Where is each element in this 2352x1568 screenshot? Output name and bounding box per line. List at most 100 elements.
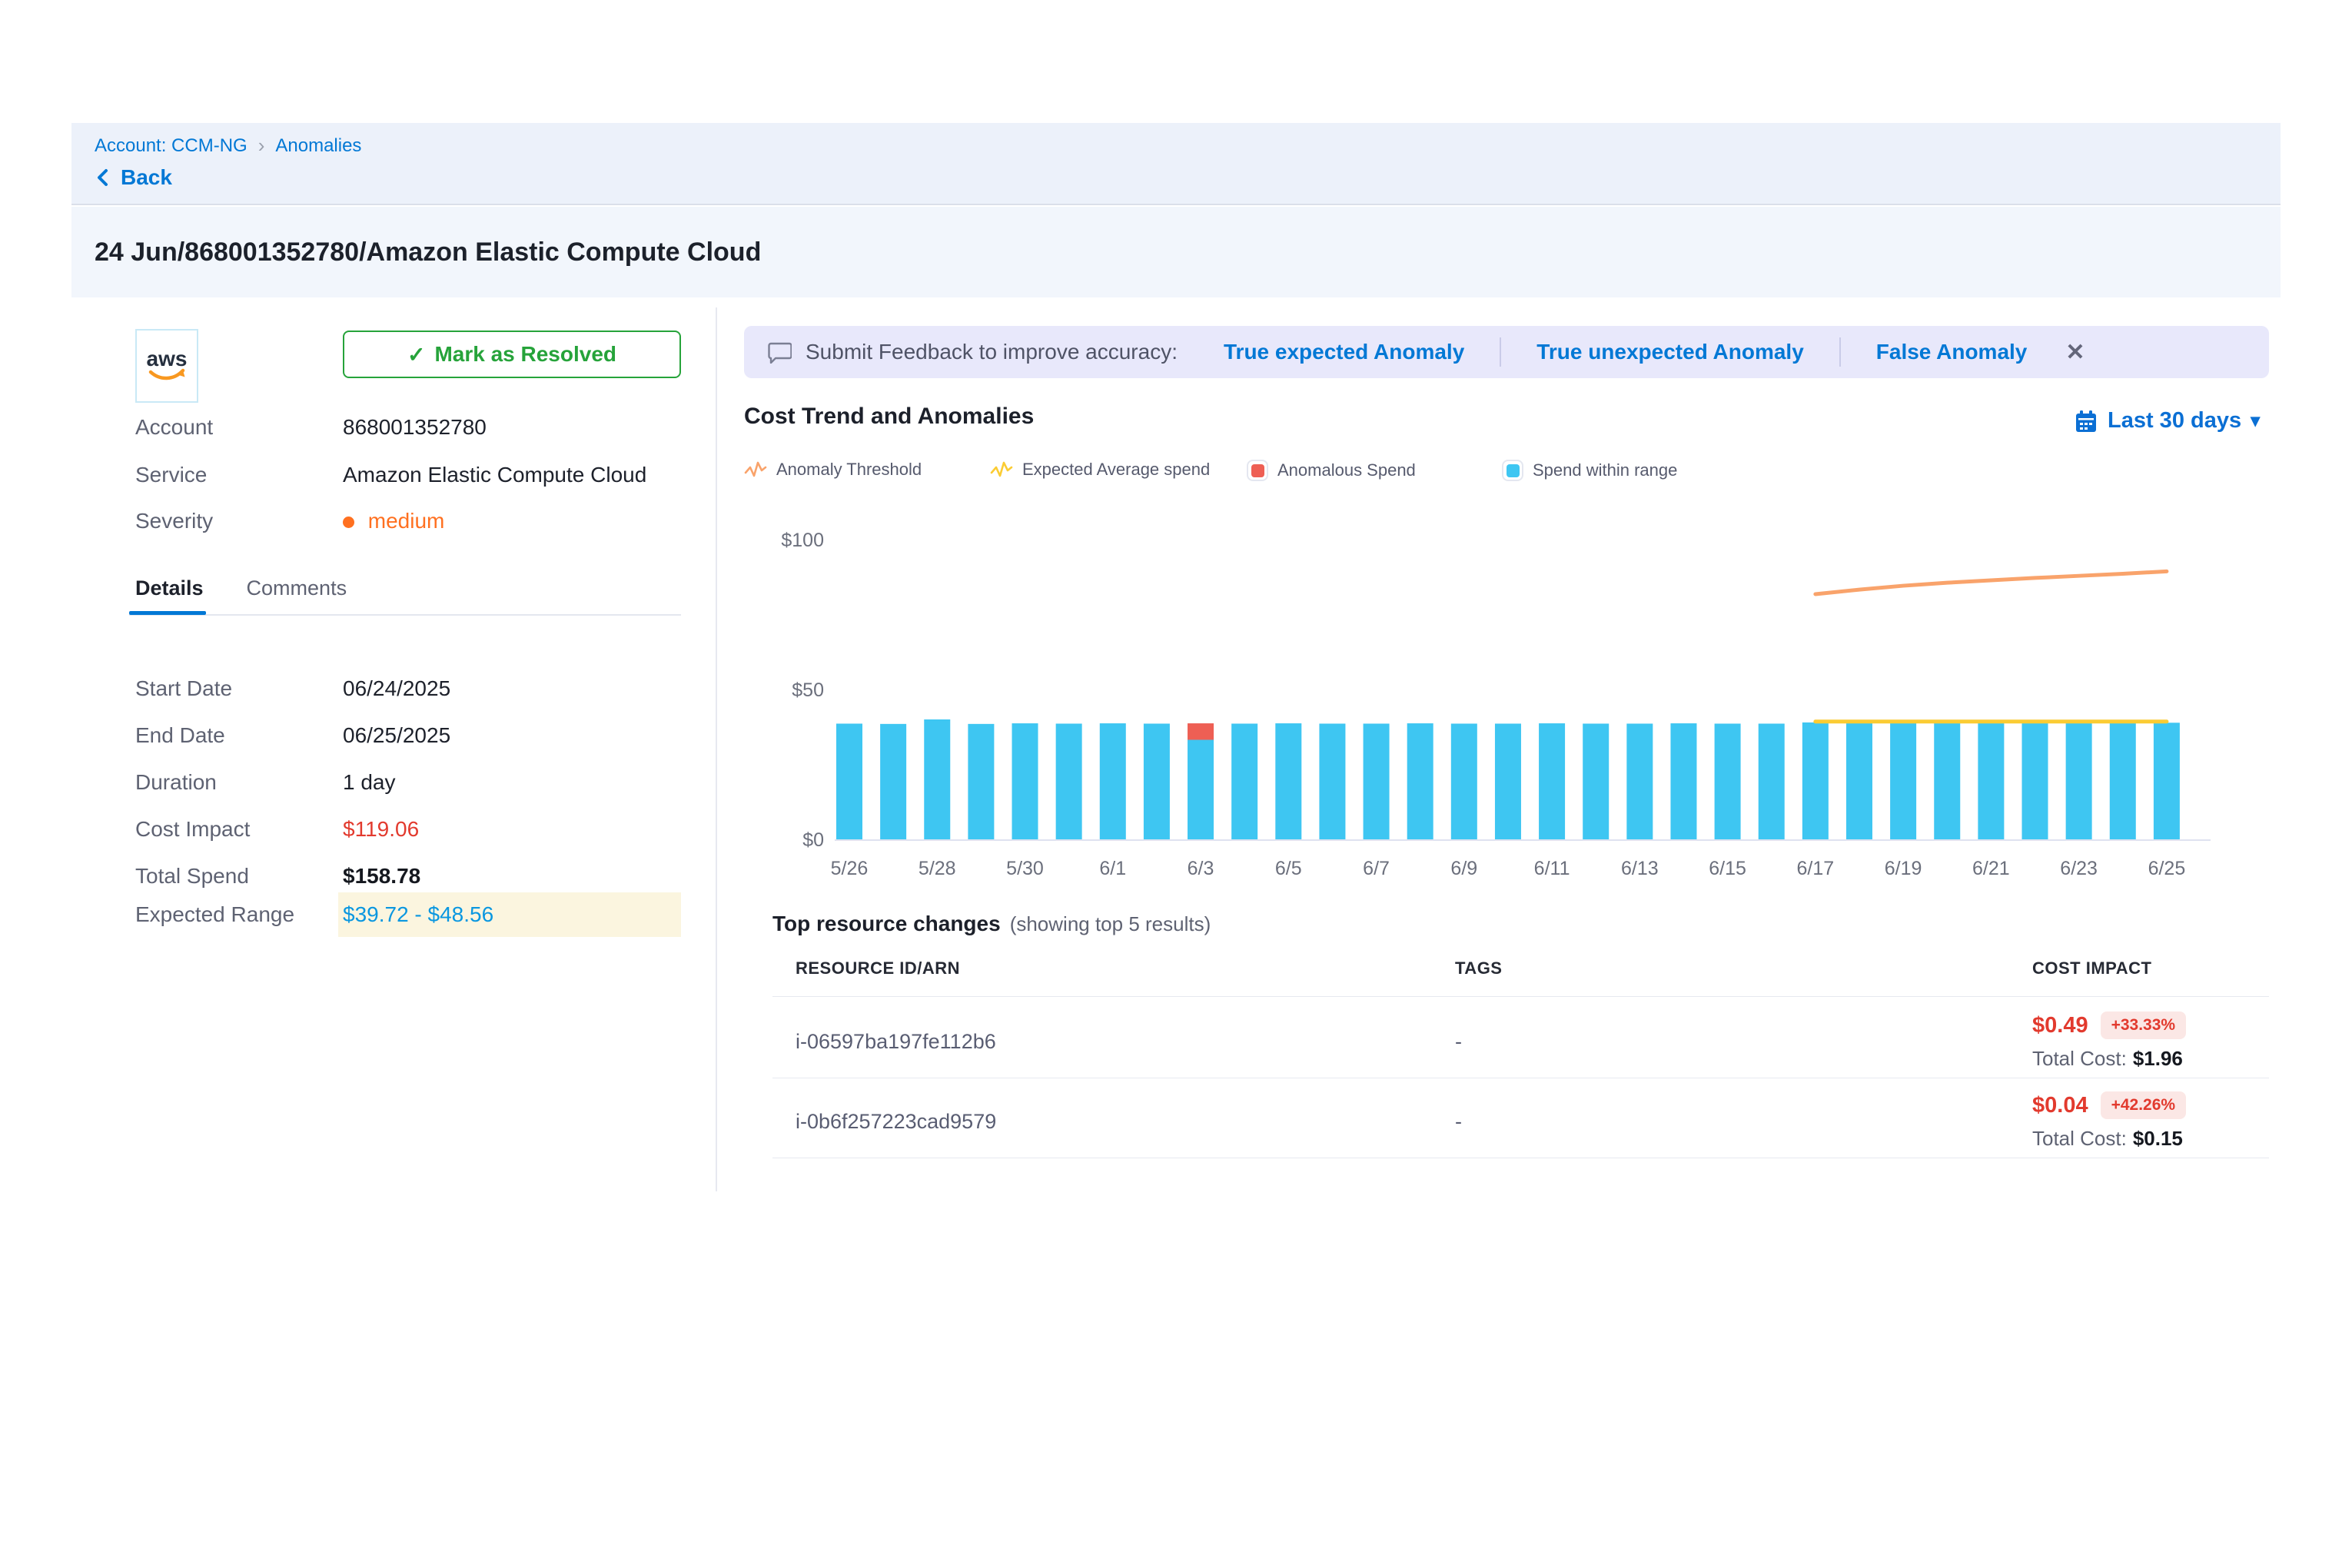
- legend-anomalous-spend: Anomalous Spend: [1247, 460, 1416, 481]
- svg-text:$50: $50: [792, 679, 824, 701]
- legend-expected-average: Expected Average spend: [990, 460, 1210, 480]
- feedback-true-expected-button[interactable]: True expected Anomaly: [1224, 340, 1464, 364]
- title-strip: 24 Jun/868001352780/Amazon Elastic Compu…: [71, 207, 2281, 297]
- change-percent-badge: +33.33%: [2101, 1012, 2187, 1039]
- breadcrumb-separator-icon: ›: [258, 134, 265, 158]
- resolve-button-label: Mark as Resolved: [434, 342, 616, 367]
- svg-text:6/3: 6/3: [1188, 858, 1214, 879]
- chevron-down-icon: ▾: [2251, 410, 2260, 432]
- check-icon: ✓: [407, 342, 425, 367]
- svg-text:6/15: 6/15: [1709, 858, 1746, 879]
- svg-text:6/21: 6/21: [1972, 858, 2010, 879]
- total-cost-value: $1.96: [2133, 1047, 2183, 1070]
- tab-details[interactable]: Details: [135, 576, 204, 605]
- legend-label: Anomaly Threshold: [776, 460, 922, 480]
- table-row-cost-impact: $0.04 +42.26%: [2032, 1091, 2186, 1119]
- table-row-resource-id[interactable]: i-0b6f257223cad9579: [796, 1110, 996, 1134]
- svg-text:$100: $100: [781, 530, 824, 551]
- feedback-close-icon[interactable]: ✕: [2065, 339, 2085, 366]
- total-cost-value: $0.15: [2133, 1127, 2183, 1150]
- chevron-left-icon: [95, 166, 111, 189]
- svg-text:6/13: 6/13: [1621, 858, 1659, 879]
- feedback-divider: [1500, 337, 1501, 367]
- back-label: Back: [121, 165, 172, 190]
- mark-as-resolved-button[interactable]: ✓ Mark as Resolved: [343, 331, 681, 378]
- breadcrumb: Account: CCM-NG › Anomalies: [95, 134, 2257, 158]
- date-range-picker[interactable]: Last 30 days ▾: [2074, 408, 2260, 434]
- legend-label: Expected Average spend: [1022, 460, 1210, 480]
- severity-value: medium: [343, 509, 444, 533]
- start-date-value: 06/24/2025: [343, 676, 450, 701]
- feedback-divider: [1839, 337, 1841, 367]
- detail-row-end-date: End Date 06/25/2025: [135, 720, 450, 751]
- active-tab-underline: [129, 611, 206, 615]
- svg-text:6/1: 6/1: [1099, 858, 1126, 879]
- feedback-false-anomaly-button[interactable]: False Anomaly: [1876, 340, 2028, 364]
- column-cost-impact: COST IMPACT: [2032, 958, 2151, 978]
- provider-logo-card: aws: [135, 329, 198, 403]
- red-square-icon: [1247, 460, 1268, 481]
- duration-label: Duration: [135, 770, 343, 795]
- account-label: Account: [135, 415, 343, 440]
- column-tags: TAGS: [1455, 958, 1502, 978]
- detail-tabs: Details Comments: [135, 576, 347, 605]
- expected-range-label: Expected Range: [135, 902, 343, 927]
- svg-text:6/25: 6/25: [2148, 858, 2186, 879]
- table-row-tags: -: [1455, 1110, 1462, 1134]
- table-row-cost-impact: $0.49 +33.33%: [2032, 1012, 2186, 1039]
- legend-label: Anomalous Spend: [1277, 460, 1416, 480]
- panel-divider: [716, 307, 717, 1191]
- feedback-prompt: Submit Feedback to improve accuracy:: [806, 340, 1178, 364]
- end-date-value: 06/25/2025: [343, 723, 450, 748]
- resource-table-heading: Top resource changes (showing top 5 resu…: [772, 912, 1211, 936]
- back-button[interactable]: Back: [95, 165, 2257, 190]
- aws-logo-icon: aws: [141, 344, 192, 387]
- tab-comments[interactable]: Comments: [247, 576, 347, 605]
- detail-row-expected-range: Expected Range $39.72 - $48.56: [135, 899, 493, 930]
- duration-value: 1 day: [343, 770, 396, 795]
- cost-impact-amount: $0.49: [2032, 1013, 2088, 1038]
- column-resource-id: RESOURCE ID/ARN: [796, 958, 960, 978]
- detail-row-cost-impact: Cost Impact $119.06: [135, 814, 419, 845]
- svg-text:aws: aws: [147, 347, 188, 370]
- page-title: 24 Jun/868001352780/Amazon Elastic Compu…: [95, 238, 761, 267]
- resource-table-subtitle: (showing top 5 results): [1010, 912, 1211, 936]
- severity-text: medium: [368, 509, 445, 533]
- table-row-tags: -: [1455, 1030, 1462, 1054]
- chart-title: Cost Trend and Anomalies: [744, 404, 1034, 430]
- breadcrumb-account-link[interactable]: Account: CCM-NG: [95, 135, 247, 157]
- total-spend-label: Total Spend: [135, 864, 343, 889]
- service-value: Amazon Elastic Compute Cloud: [343, 463, 646, 487]
- account-value: 868001352780: [343, 415, 487, 440]
- speech-bubble-icon: [767, 341, 792, 364]
- svg-text:6/9: 6/9: [1450, 858, 1477, 879]
- svg-text:6/19: 6/19: [1885, 858, 1922, 879]
- svg-text:6/17: 6/17: [1797, 858, 1835, 879]
- pulse-line-icon: [744, 460, 767, 480]
- resource-table-title: Top resource changes: [772, 912, 1001, 936]
- svg-text:5/28: 5/28: [919, 858, 956, 879]
- calendar-icon: [2074, 409, 2098, 434]
- svg-text:$0: $0: [802, 829, 824, 851]
- field-row-account: Account 868001352780: [135, 412, 487, 443]
- table-divider: [772, 996, 2269, 997]
- breadcrumb-anomalies-link[interactable]: Anomalies: [275, 135, 361, 157]
- table-row-total-cost: Total Cost: $1.96: [2032, 1047, 2183, 1071]
- total-cost-label: Total Cost:: [2032, 1047, 2127, 1070]
- cost-trend-chart[interactable]: $0$50$1005/265/285/306/16/36/56/76/96/11…: [744, 520, 2275, 904]
- table-row-resource-id[interactable]: i-06597ba197fe112b6: [796, 1030, 996, 1054]
- anomaly-details-page: Account: CCM-NG › Anomalies Back 24 Jun/…: [0, 0, 2352, 1568]
- detail-row-total-spend: Total Spend $158.78: [135, 861, 420, 892]
- total-spend-value: $158.78: [343, 864, 420, 889]
- feedback-true-unexpected-button[interactable]: True unexpected Anomaly: [1536, 340, 1804, 364]
- date-range-label: Last 30 days: [2108, 408, 2241, 434]
- tab-divider: [129, 614, 681, 616]
- end-date-label: End Date: [135, 723, 343, 748]
- svg-text:6/23: 6/23: [2060, 858, 2098, 879]
- table-row-total-cost: Total Cost:$0.15: [2032, 1127, 2183, 1151]
- severity-label: Severity: [135, 509, 343, 533]
- svg-text:6/7: 6/7: [1363, 858, 1390, 879]
- detail-row-duration: Duration 1 day: [135, 767, 396, 798]
- service-label: Service: [135, 463, 343, 487]
- field-row-service: Service Amazon Elastic Compute Cloud: [135, 460, 646, 490]
